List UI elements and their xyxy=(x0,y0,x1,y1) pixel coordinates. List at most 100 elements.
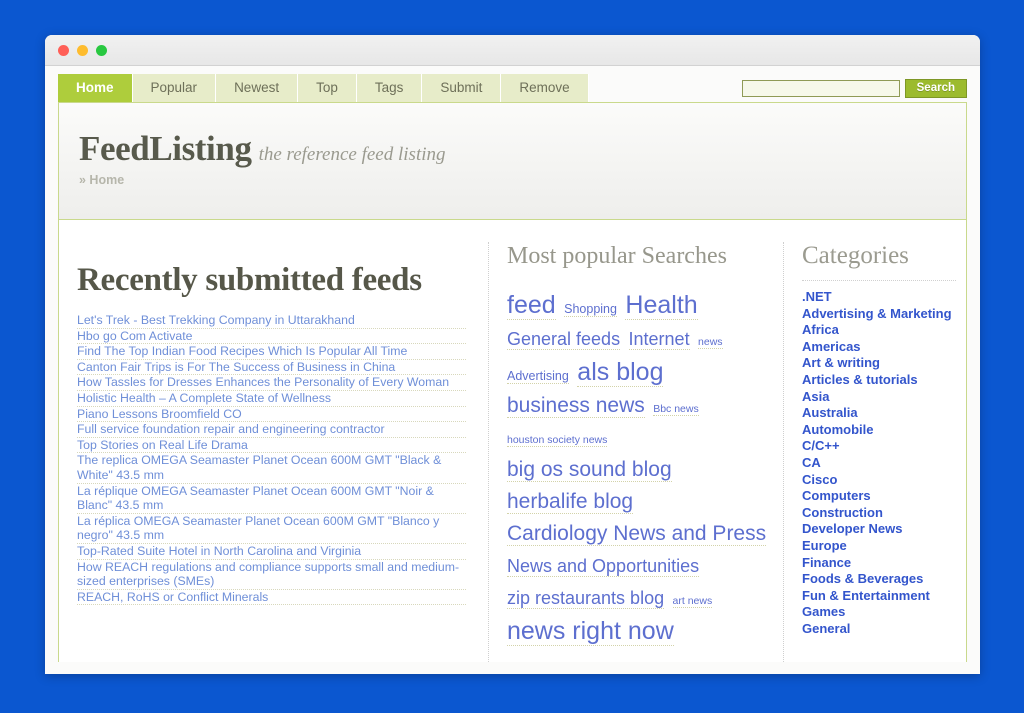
brand-row: FeedListing the reference feed listing xyxy=(79,130,966,168)
tag-link[interactable]: Cardiology News and Press xyxy=(507,522,767,546)
list-item: Americas xyxy=(802,339,956,356)
feed-link[interactable]: REACH, RoHS or Conflict Minerals xyxy=(77,590,466,606)
site-logo[interactable]: FeedListing xyxy=(79,130,252,168)
tag-link[interactable]: art news xyxy=(672,595,713,608)
category-link[interactable]: General xyxy=(802,621,956,638)
nav-tab-tags[interactable]: Tags xyxy=(356,74,423,102)
feed-link[interactable]: Holistic Health – A Complete State of We… xyxy=(77,391,466,407)
category-link[interactable]: Developer News xyxy=(802,521,956,538)
feed-link[interactable]: La réplica OMEGA Seamaster Planet Ocean … xyxy=(77,514,466,544)
column-popular-searches: Most popular Searches feed Shopping Heal… xyxy=(489,242,784,662)
category-link[interactable]: Asia xyxy=(802,389,956,406)
category-link[interactable]: Automobile xyxy=(802,422,956,439)
list-item: Articles & tutorials xyxy=(802,372,956,389)
category-link[interactable]: Europe xyxy=(802,538,956,555)
tag-link[interactable]: west bengal school service exam xyxy=(507,661,640,662)
search-input[interactable] xyxy=(741,80,900,97)
page-root: Home Popular Newest Top Tags Submit Remo… xyxy=(0,0,1024,713)
list-item: Africa xyxy=(802,322,956,339)
category-link[interactable]: Africa xyxy=(802,322,956,339)
nav-tabs: Home Popular Newest Top Tags Submit Remo… xyxy=(58,74,589,102)
tag-link[interactable]: feed xyxy=(507,291,556,320)
category-link[interactable]: CA xyxy=(802,455,956,472)
list-item: General xyxy=(802,621,956,638)
category-link[interactable]: Foods & Beverages xyxy=(802,571,956,588)
nav-tab-submit[interactable]: Submit xyxy=(422,74,502,102)
tag-link[interactable]: Advertising xyxy=(507,369,569,384)
category-link[interactable]: Australia xyxy=(802,405,956,422)
feed-link[interactable]: How Tassles for Dresses Enhances the Per… xyxy=(77,375,466,391)
tag-cloud: feed Shopping Health General feeds Inter… xyxy=(507,290,767,662)
tag-link[interactable]: zip restaurants blog xyxy=(507,588,665,609)
category-link[interactable]: Fun & Entertainment xyxy=(802,588,956,605)
column-recent-feeds: Recently submitted feeds Let's Trek - Be… xyxy=(59,242,489,662)
list-item: How Tassles for Dresses Enhances the Per… xyxy=(77,375,466,391)
site-masthead: FeedListing the reference feed listing »… xyxy=(59,103,966,220)
category-link[interactable]: Games xyxy=(802,604,956,621)
category-link[interactable]: Construction xyxy=(802,505,956,522)
list-item: Advertising & Marketing xyxy=(802,306,956,323)
category-link[interactable]: Finance xyxy=(802,555,956,572)
tag-link[interactable]: News and Opportunities xyxy=(507,556,700,577)
breadcrumb: » Home xyxy=(79,173,125,187)
tag-link[interactable]: General feeds xyxy=(507,329,621,350)
category-link[interactable]: C/C++ xyxy=(802,438,956,455)
list-item: Full service foundation repair and engin… xyxy=(77,422,466,438)
list-item: Hbo go Com Activate xyxy=(77,329,466,345)
tag-link[interactable]: news right now xyxy=(507,617,674,646)
list-item: Australia xyxy=(802,405,956,422)
list-item: CA xyxy=(802,455,956,472)
nav-tab-top[interactable]: Top xyxy=(298,74,357,102)
category-link[interactable]: .NET xyxy=(802,289,956,306)
categories-divider xyxy=(802,280,956,281)
feed-link[interactable]: Top-Rated Suite Hotel in North Carolina … xyxy=(77,544,466,560)
feed-link[interactable]: Canton Fair Trips is For The Success of … xyxy=(77,360,466,376)
tag-link[interactable]: business news xyxy=(507,394,645,418)
site-frame: FeedListing the reference feed listing »… xyxy=(58,102,967,662)
main-navigation: Home Popular Newest Top Tags Submit Remo… xyxy=(45,66,980,102)
tag-link[interactable]: houston society news xyxy=(507,434,608,447)
feed-link[interactable]: Let's Trek - Best Trekking Company in Ut… xyxy=(77,313,466,329)
tag-link[interactable]: news xyxy=(698,336,723,349)
nav-tab-home[interactable]: Home xyxy=(58,74,133,102)
feed-link[interactable]: La réplique OMEGA Seamaster Planet Ocean… xyxy=(77,484,466,514)
feed-link[interactable]: Full service foundation repair and engin… xyxy=(77,422,466,438)
column-categories: Categories .NET Advertising & Marketing … xyxy=(784,242,966,662)
category-link[interactable]: Americas xyxy=(802,339,956,356)
list-item: Finance xyxy=(802,555,956,572)
feed-link[interactable]: Find The Top Indian Food Recipes Which I… xyxy=(77,344,466,360)
category-link[interactable]: Cisco xyxy=(802,472,956,489)
category-link[interactable]: Art & writing xyxy=(802,355,956,372)
list-item: Developer News xyxy=(802,521,956,538)
feed-link[interactable]: Piano Lessons Broomfield CO xyxy=(77,407,466,423)
list-item: La réplique OMEGA Seamaster Planet Ocean… xyxy=(77,484,466,514)
list-item: Let's Trek - Best Trekking Company in Ut… xyxy=(77,313,466,329)
tag-link[interactable]: Bbc news xyxy=(653,403,699,416)
tag-link[interactable]: Internet xyxy=(628,329,690,350)
tag-link[interactable]: Health xyxy=(625,291,698,320)
nav-tab-popular[interactable]: Popular xyxy=(132,74,217,102)
search-area: Search xyxy=(741,79,967,98)
browser-window: Home Popular Newest Top Tags Submit Remo… xyxy=(45,35,980,674)
content-columns: Recently submitted feeds Let's Trek - Be… xyxy=(59,220,966,662)
close-dot[interactable] xyxy=(58,44,69,56)
nav-tab-newest[interactable]: Newest xyxy=(216,74,299,102)
nav-tab-remove[interactable]: Remove xyxy=(501,74,589,102)
feed-link[interactable]: Hbo go Com Activate xyxy=(77,329,466,345)
list-item: Asia xyxy=(802,389,956,406)
tag-link[interactable]: herbalife blog xyxy=(507,490,634,514)
tag-link[interactable]: als blog xyxy=(577,358,664,387)
category-link[interactable]: Computers xyxy=(802,488,956,505)
minimize-dot[interactable] xyxy=(77,44,88,56)
tag-link[interactable]: big os sound blog xyxy=(507,458,672,482)
category-link[interactable]: Advertising & Marketing xyxy=(802,306,956,323)
maximize-dot[interactable] xyxy=(96,44,107,56)
list-item: Top-Rated Suite Hotel in North Carolina … xyxy=(77,544,466,560)
feed-link[interactable]: How REACH regulations and compliance sup… xyxy=(77,560,466,590)
feed-link[interactable]: The replica OMEGA Seamaster Planet Ocean… xyxy=(77,453,466,484)
tag-link[interactable]: Shopping xyxy=(564,302,617,317)
category-link[interactable]: Articles & tutorials xyxy=(802,372,956,389)
search-button[interactable]: Search xyxy=(904,79,967,98)
list-item: Automobile xyxy=(802,422,956,439)
feed-link[interactable]: Top Stories on Real Life Drama xyxy=(77,438,466,454)
